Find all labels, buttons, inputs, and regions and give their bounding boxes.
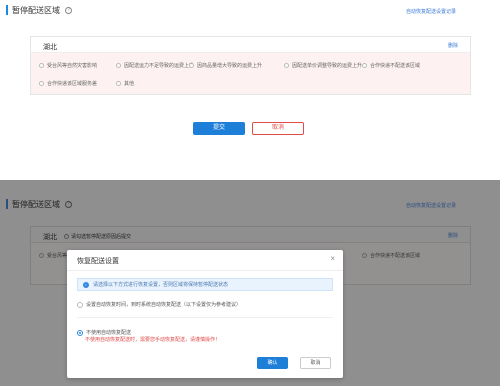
- manual-resume-label: 不使用自动恢复配送: [86, 330, 132, 336]
- reason-option[interactable]: 合作快递不配送该区域: [362, 252, 420, 259]
- reason-label: 因商品量增大导致的运费上升: [197, 63, 263, 69]
- reason-checkbox[interactable]: [39, 253, 44, 258]
- region-card: 湖北 删除 受台风等自然灾害影响 因配送运力不足导致的运费上升 因商品量增大导致…: [30, 36, 471, 95]
- reason-label: 合作快递该区域服务差: [47, 81, 98, 87]
- auto-resume-label: 设置自动恢复时间，到时系统自动恢复配送（以下设置仅为参考建议）: [86, 302, 242, 308]
- reason-checkbox[interactable]: [362, 63, 367, 68]
- reason-checkbox[interactable]: [39, 63, 44, 68]
- pause-delivery-panel: 暂停配送区域 ? 自动恢复配送设置记录 湖北 删除 受台风等自然灾害影响 因配送…: [0, 0, 500, 165]
- info-icon: i: [83, 281, 89, 288]
- reason-label: 受台风等自然灾害影响: [47, 63, 98, 69]
- reason-checkbox[interactable]: [39, 81, 44, 86]
- reason-option[interactable]: 合作快递不配送该区域: [362, 62, 420, 69]
- auto-resume-radio[interactable]: [77, 301, 83, 308]
- region-name: 湖北: [43, 234, 57, 241]
- manual-resume-radio[interactable]: [77, 329, 83, 336]
- auto-resume-log-link[interactable]: 自动恢复配送设置记录: [406, 8, 456, 15]
- section-header: 暂停配送区域 ?: [6, 3, 72, 17]
- info-text: 请选择以下方式进行恢复设置，否则区域将保持暂停配送状态: [93, 282, 229, 288]
- region-name: 湖北: [43, 44, 57, 51]
- resume-delivery-modal: 恢复配送设置 × i 请选择以下方式进行恢复设置，否则区域将保持暂停配送状态 设…: [67, 250, 343, 378]
- reason-options: 受台风等自然灾害影响 因配送运力不足导致的运费上升 因商品量增大导致的运费上升 …: [31, 53, 470, 94]
- inline-note-text: 请勾选暂停配送原因后提交: [71, 234, 132, 240]
- reason-option[interactable]: 受台风等自然灾害影响: [39, 62, 97, 69]
- page: 暂停配送区域 ? 自动恢复配送设置记录 湖北 删除 受台风等自然灾害影响 因配送…: [0, 0, 500, 386]
- section-header: 暂停配送区域 ?: [6, 197, 72, 211]
- section-title: 暂停配送区域: [12, 199, 60, 209]
- close-icon[interactable]: ×: [330, 255, 335, 263]
- question-circle-icon[interactable]: ?: [65, 200, 72, 208]
- submit-button[interactable]: 提交: [193, 122, 245, 135]
- option-auto-resume[interactable]: 设置自动恢复时间，到时系统自动恢复配送（以下设置仅为参考建议）: [77, 301, 241, 308]
- modal-title: 恢复配送设置: [77, 258, 119, 265]
- reason-checkbox[interactable]: [284, 63, 289, 68]
- reason-label: 合作快递不配送该区域: [370, 63, 421, 69]
- section-accent-bar: [6, 199, 8, 209]
- info-circle-icon: [64, 234, 69, 239]
- modal-separator: [77, 317, 333, 318]
- modal-divider: [67, 270, 343, 271]
- section-accent-bar: [6, 5, 8, 15]
- confirm-button[interactable]: 确认: [257, 357, 288, 369]
- question-circle-icon[interactable]: ?: [65, 6, 72, 14]
- reason-option[interactable]: 其他: [116, 80, 134, 87]
- reason-checkbox[interactable]: [116, 63, 121, 68]
- reason-option[interactable]: 因配送运力不足导致的运费上升: [116, 62, 194, 69]
- inline-note: 请勾选暂停配送原因后提交: [64, 233, 131, 240]
- reason-label: 因配送单价调整导致的运费上升: [292, 63, 363, 69]
- option-manual-resume[interactable]: 不使用自动恢复配送: [77, 329, 131, 336]
- modal-cancel-button[interactable]: 取消: [300, 357, 331, 369]
- region-delete-link[interactable]: 删除: [448, 42, 458, 49]
- reason-label: 其他: [124, 81, 135, 87]
- info-banner: i 请选择以下方式进行恢复设置，否则区域将保持暂停配送状态: [77, 278, 333, 291]
- reason-option[interactable]: 合作快递该区域服务差: [39, 80, 97, 87]
- reason-option[interactable]: 因配送单价调整导致的运费上升: [284, 62, 362, 69]
- region-card-header: 湖北 删除: [31, 37, 470, 53]
- reason-checkbox[interactable]: [189, 63, 194, 68]
- reason-label: 合作快递不配送该区域: [370, 253, 421, 259]
- reason-checkbox[interactable]: [362, 253, 367, 258]
- reason-option[interactable]: 因商品量增大导致的运费上升: [189, 62, 262, 69]
- auto-resume-log-link[interactable]: 自动恢复配送设置记录: [406, 202, 456, 209]
- reason-label: 因配送运力不足导致的运费上升: [124, 63, 195, 69]
- manual-resume-warning: 不使用自动恢复配送时，需要您手动恢复配送，请谨慎操作！: [85, 337, 221, 343]
- reason-checkbox[interactable]: [116, 81, 121, 86]
- section-title: 暂停配送区域: [12, 5, 60, 15]
- region-delete-link[interactable]: 删除: [448, 232, 458, 239]
- cancel-button[interactable]: 取消: [252, 122, 304, 135]
